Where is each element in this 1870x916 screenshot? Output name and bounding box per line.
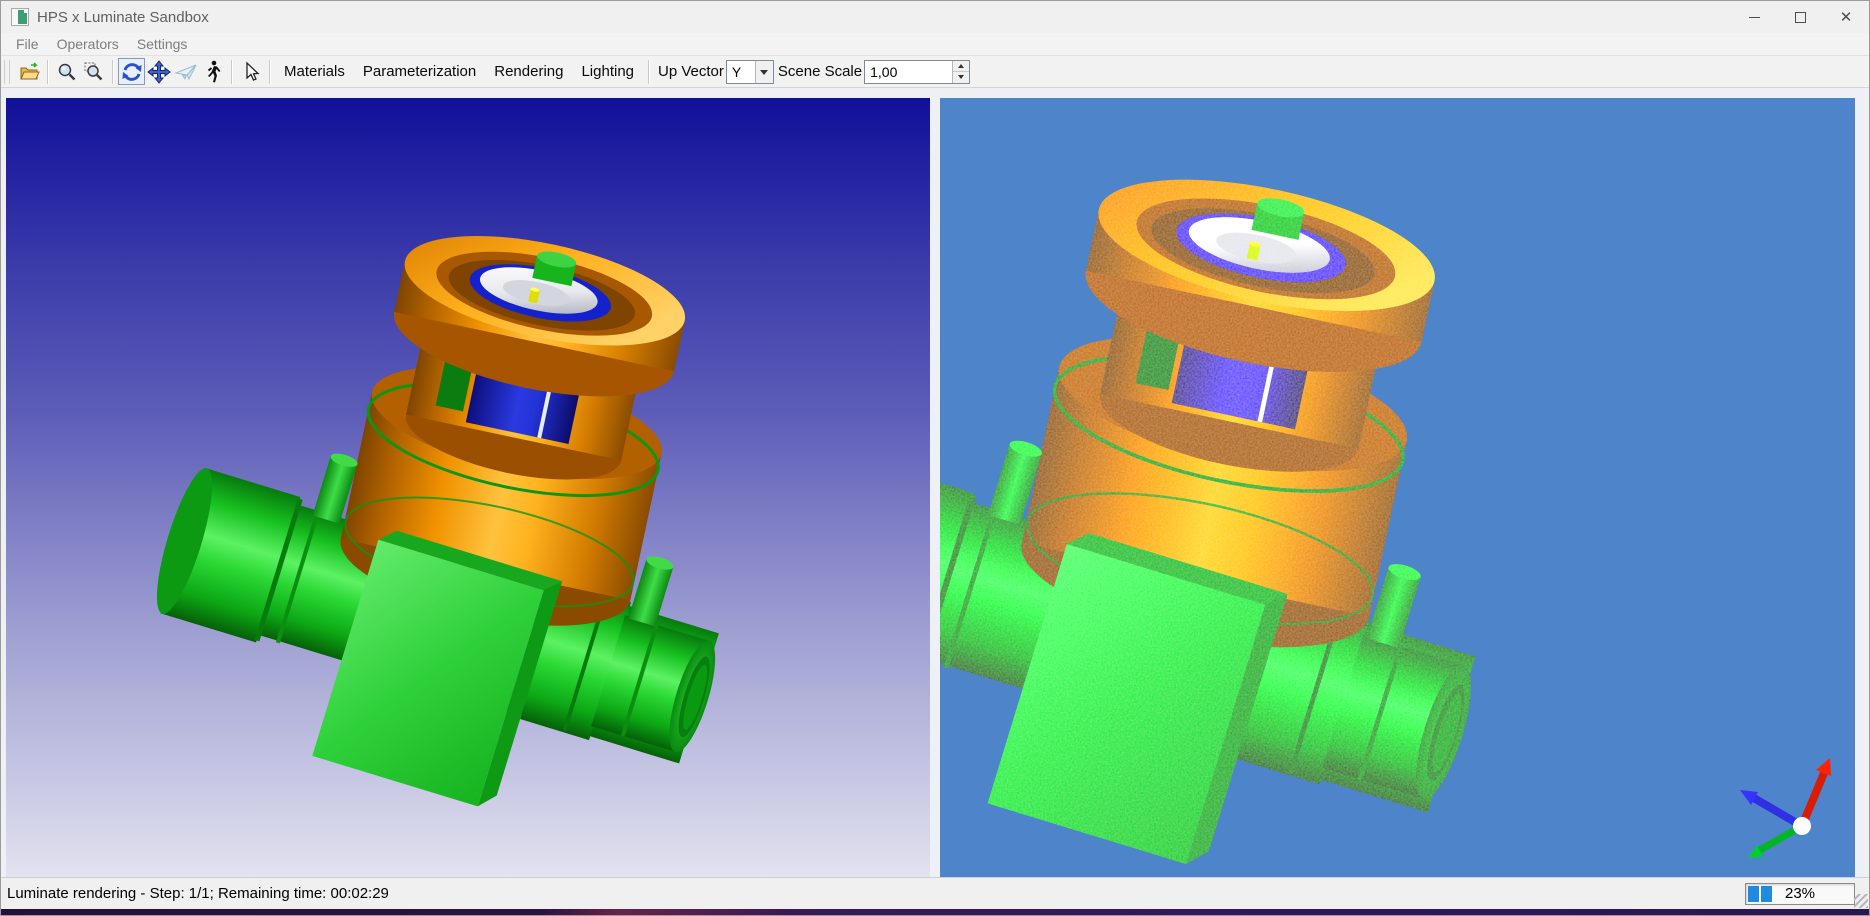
- menu-settings[interactable]: Settings: [128, 34, 197, 54]
- up-vector-select[interactable]: Y: [726, 60, 774, 84]
- close-icon: ✕: [1840, 10, 1853, 25]
- progress-percent: 23%: [1746, 885, 1854, 902]
- open-file-button[interactable]: [15, 58, 42, 85]
- scene-scale-down-button[interactable]: [953, 72, 969, 83]
- zoom-window-button[interactable]: [80, 58, 107, 85]
- scene-scale-spinner: [864, 60, 970, 84]
- menu-operators[interactable]: Operators: [48, 34, 128, 54]
- app-icon: [11, 8, 29, 26]
- spin-up-icon: [958, 61, 964, 68]
- right-viewport[interactable]: [940, 98, 1855, 877]
- toolbar-separator: [47, 60, 48, 84]
- app-window: HPS x Luminate Sandbox ✕ File Operators …: [0, 0, 1870, 916]
- materials-button[interactable]: Materials: [275, 59, 354, 84]
- toolbar-separator: [648, 60, 649, 84]
- toolbar-handle[interactable]: [4, 60, 10, 84]
- status-bar: Luminate rendering - Step: 1/1; Remainin…: [1, 877, 1869, 909]
- maximize-button[interactable]: [1777, 1, 1823, 33]
- minimize-icon: [1749, 17, 1760, 18]
- chevron-down-icon: [760, 70, 768, 79]
- walk-button[interactable]: [199, 58, 226, 85]
- zoom-window-icon: [83, 61, 105, 83]
- up-vector-dropdown-button[interactable]: [755, 61, 773, 83]
- minimize-button[interactable]: [1731, 1, 1777, 33]
- maximize-icon: [1795, 12, 1806, 23]
- scene-scale-up-button[interactable]: [953, 61, 969, 73]
- left-viewport[interactable]: [6, 98, 930, 877]
- walk-icon: [202, 60, 224, 84]
- toolbar-separator: [269, 60, 270, 84]
- axis-gizmo-icon: [1740, 758, 1831, 858]
- scene-scale-label: Scene Scale: [778, 63, 862, 80]
- resize-grip[interactable]: [1854, 894, 1868, 908]
- title-bar: HPS x Luminate Sandbox ✕: [1, 1, 1869, 33]
- window-title: HPS x Luminate Sandbox: [37, 9, 209, 26]
- fly-button[interactable]: [172, 58, 199, 85]
- spin-down-icon: [958, 75, 964, 82]
- select-button[interactable]: [237, 58, 264, 85]
- menu-file[interactable]: File: [7, 34, 48, 54]
- zoom-icon: [56, 61, 78, 83]
- left-viewport-canvas[interactable]: [6, 98, 930, 877]
- right-viewport-canvas[interactable]: [940, 98, 1855, 877]
- up-vector-label: Up Vector: [658, 63, 724, 80]
- progress-bar: 23%: [1745, 883, 1855, 905]
- toolbar-separator: [231, 60, 232, 84]
- bottom-strip: [1, 909, 1869, 915]
- scene-scale-input[interactable]: [865, 61, 952, 83]
- status-text: Luminate rendering - Step: 1/1; Remainin…: [7, 885, 389, 902]
- toolbar: Materials Parameterization Rendering Lig…: [1, 56, 1869, 88]
- workspace: [1, 88, 1869, 877]
- rendering-button[interactable]: Rendering: [485, 59, 572, 84]
- orbit-button[interactable]: [118, 58, 145, 85]
- lighting-button[interactable]: Lighting: [572, 59, 643, 84]
- fly-icon: [174, 60, 198, 84]
- close-button[interactable]: ✕: [1823, 1, 1869, 33]
- select-icon: [241, 61, 261, 83]
- pan-button[interactable]: [145, 58, 172, 85]
- pan-icon: [147, 60, 171, 84]
- up-vector-value: Y: [727, 61, 755, 83]
- zoom-button[interactable]: [53, 58, 80, 85]
- menu-bar: File Operators Settings: [1, 33, 1869, 56]
- orbit-icon: [120, 60, 144, 84]
- parameterization-button[interactable]: Parameterization: [354, 59, 485, 84]
- toolbar-separator: [112, 60, 113, 84]
- scene-scale-spin-buttons: [952, 61, 969, 83]
- open-file-icon: [18, 61, 40, 83]
